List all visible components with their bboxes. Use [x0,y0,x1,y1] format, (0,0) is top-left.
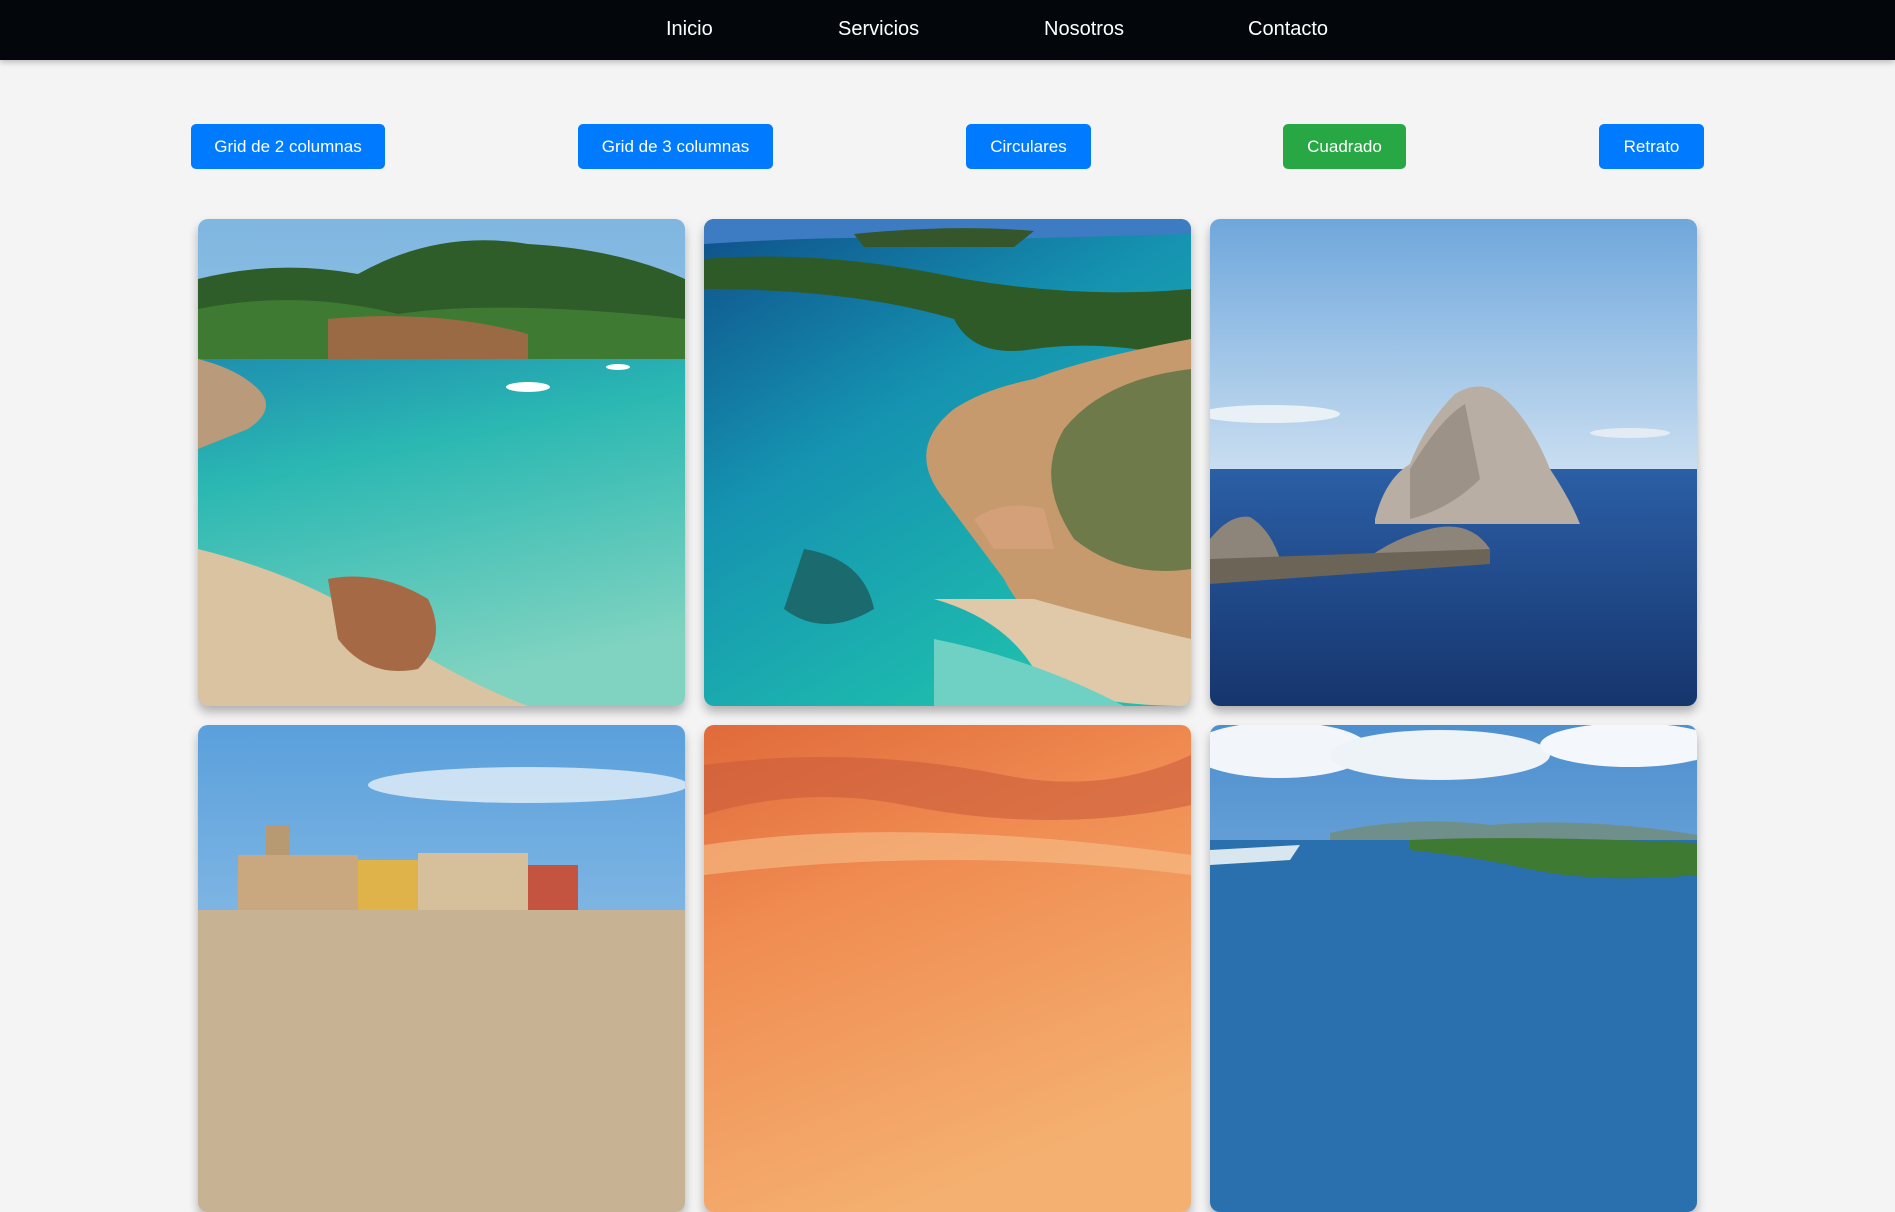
nav-link-nosotros[interactable]: Nosotros [1044,0,1124,58]
gallery-image-sunset-sky[interactable] [704,725,1191,1212]
gallery-image-aerial-coast[interactable] [704,219,1191,706]
gallery-image-coastline-clouds[interactable] [1210,725,1697,1212]
circular-button[interactable]: Circulares [966,124,1091,169]
sunset-sky-photo [704,725,1191,1212]
grid-2-columns-button[interactable]: Grid de 2 columnas [191,124,385,169]
grid-3-columns-button[interactable]: Grid de 3 columnas [578,124,773,169]
old-town-photo [198,725,685,1212]
aerial-coast-photo [704,219,1191,706]
nav-link-contacto[interactable]: Contacto [1248,0,1328,58]
rock-island-photo [1210,219,1697,706]
gallery-image-rock-island[interactable] [1210,219,1697,706]
nav-link-servicios[interactable]: Servicios [838,0,919,58]
gallery-image-old-town[interactable] [198,725,685,1212]
portrait-button[interactable]: Retrato [1599,124,1704,169]
square-button[interactable]: Cuadrado [1283,124,1406,169]
nav-link-inicio[interactable]: Inicio [666,0,713,58]
gallery-image-beach-cove[interactable] [198,219,685,706]
coastline-clouds-photo [1210,725,1697,1212]
beach-cove-photo [198,219,685,706]
top-navbar: Inicio Servicios Nosotros Contacto [0,0,1895,60]
